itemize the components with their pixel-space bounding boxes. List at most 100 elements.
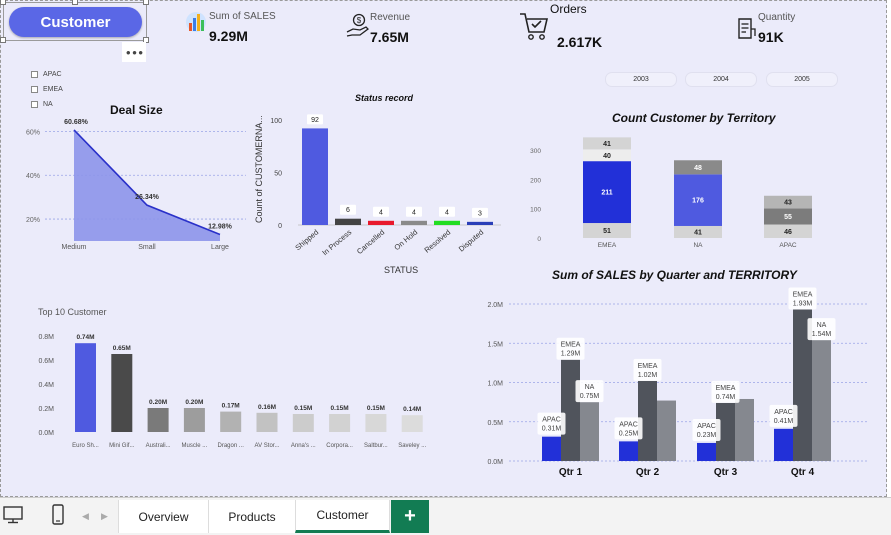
quarter-sales-series-label: APAC	[774, 409, 793, 416]
quarter-sales-series-label: APAC	[619, 421, 638, 428]
quarter-sales-bar	[619, 441, 638, 461]
deal-size-data-label: 60.68%	[64, 119, 89, 126]
deal-size-x-tick: Medium	[62, 244, 87, 251]
add-page-button[interactable]: +	[391, 500, 429, 533]
tab-products[interactable]: Products	[208, 500, 296, 533]
status-data-label: 6	[346, 207, 350, 214]
top-customer-x-tick: AV Stor...	[255, 443, 280, 449]
status-y-tick: 50	[274, 171, 282, 178]
status-bar	[467, 221, 493, 225]
territory-x-tick: APAC	[779, 242, 797, 249]
quarter-sales-series-label: EMEA	[716, 385, 736, 392]
status-data-label: 4	[379, 209, 383, 216]
status-y-tick: 0	[278, 223, 282, 230]
status-bar	[401, 220, 427, 225]
territory-data-label: 41	[694, 229, 702, 236]
quarter-sales-y-tick: 0.0M	[487, 459, 503, 466]
top-customer-y-tick: 0.6M	[38, 358, 54, 365]
quarter-sales-data-label: 1.93M	[793, 300, 813, 307]
top-customer-y-tick: 0.8M	[38, 334, 54, 341]
status-x-tick: Shipped	[293, 228, 320, 253]
territory-data-label: 46	[784, 229, 792, 236]
top-customer-bar	[183, 408, 205, 432]
quarter-sales-series-label: NA	[817, 322, 827, 329]
desktop-view-icon[interactable]	[3, 506, 23, 529]
top-customer-y-tick: 0.0M	[38, 430, 54, 437]
quarter-sales-bar	[735, 398, 754, 461]
top-customer-data-label: 0.17M	[222, 403, 240, 410]
top-customer-data-label: 0.65M	[113, 345, 131, 352]
top-customer-x-tick: Corpora...	[326, 443, 353, 449]
top-customer-bar	[292, 414, 314, 432]
top-customer-x-tick: Saveley ...	[398, 443, 426, 449]
top-customer-data-label: 0.20M	[149, 399, 167, 406]
territory-data-label: 55	[784, 214, 792, 221]
quarter-sales-y-tick: 2.0M	[487, 302, 503, 309]
territory-data-label: 41	[603, 141, 611, 148]
territory-y-tick: 200	[530, 177, 541, 184]
territory-y-tick: 0	[537, 236, 541, 243]
territory-data-label: 40	[603, 153, 611, 160]
territory-data-label: 176	[692, 198, 704, 205]
deal-size-data-label: 12.98%	[208, 223, 233, 230]
quarter-sales-x-tick: Qtr 4	[791, 467, 815, 478]
status-data-label: 3	[478, 210, 482, 217]
status-x-tick: Cancelled	[355, 228, 386, 256]
quarter-sales-data-label: 0.74M	[716, 394, 736, 401]
top-customer-data-label: 0.20M	[185, 399, 203, 406]
territory-x-tick: EMEA	[598, 242, 617, 249]
top-customer-x-tick: Saltbur...	[364, 443, 388, 449]
quarter-sales-x-tick: Qtr 3	[714, 467, 738, 478]
quarter-sales-y-tick: 1.0M	[487, 381, 503, 388]
top-customer-y-tick: 0.2M	[38, 406, 54, 413]
top-customer-x-tick: Australi...	[146, 443, 171, 449]
quarter-sales-data-label: 0.23M	[697, 432, 717, 439]
quarter-sales-series-label: EMEA	[638, 363, 658, 370]
top-customer-bar	[111, 354, 133, 432]
quarter-sales-bar	[657, 400, 676, 461]
deal-size-y-tick: 20%	[26, 217, 40, 224]
quarter-sales-data-label: 0.25M	[619, 430, 639, 437]
quarter-sales-bar	[697, 442, 716, 461]
status-data-label: 4	[445, 209, 449, 216]
territory-data-label: 43	[784, 200, 792, 207]
top-customer-x-tick: Mini Gif...	[109, 443, 135, 449]
tab-customer[interactable]: Customer	[295, 500, 390, 533]
quarter-sales-x-tick: Qtr 2	[636, 467, 660, 478]
deal-size-x-tick: Large	[211, 244, 229, 251]
top-customer-bar	[401, 415, 423, 432]
status-bar	[302, 128, 328, 225]
chevron-right-icon[interactable]: ▶	[101, 511, 108, 522]
territory-data-label: 211	[601, 190, 612, 197]
status-data-label: 4	[412, 209, 416, 216]
top-customer-data-label: 0.16M	[258, 404, 276, 411]
top-customer-bar	[256, 412, 278, 432]
page-tab-bar: ◀ ▶ Overview Products Customer +	[0, 497, 891, 535]
quarter-sales-data-label: 0.31M	[542, 426, 562, 433]
quarter-sales-bar	[542, 436, 561, 461]
status-bar	[434, 220, 460, 225]
quarter-sales-bar	[774, 428, 793, 461]
deal-size-area	[74, 129, 220, 241]
territory-y-tick: 100	[530, 207, 541, 214]
quarter-sales-bar	[580, 402, 599, 461]
deal-size-y-tick: 40%	[26, 173, 40, 180]
top-customer-bar	[220, 411, 242, 432]
top-customer-data-label: 0.15M	[367, 405, 385, 412]
quarter-sales-series-label: NA	[585, 384, 595, 391]
chevron-left-icon[interactable]: ◀	[82, 511, 89, 522]
top-customer-bar	[365, 414, 387, 432]
charts-layer: 60% 40% 20% 60.68% Medium 26.34% Small 12.98% La…	[26, 114, 867, 478]
tab-overview[interactable]: Overview	[118, 500, 209, 533]
top-customer-data-label: 0.15M	[331, 405, 349, 412]
mobile-view-icon[interactable]	[52, 504, 64, 530]
top-customer-y-tick: 0.4M	[38, 382, 54, 389]
quarter-sales-series-label: APAC	[542, 417, 561, 424]
report-canvas: Customer • • • Sum of SALES 9.29M $ Reve…	[0, 0, 887, 497]
status-bar	[335, 218, 361, 225]
territory-x-tick: NA	[693, 242, 703, 249]
status-bar	[368, 220, 394, 225]
top-customer-bar	[329, 414, 351, 432]
quarter-sales-series-label: EMEA	[793, 291, 813, 298]
top-customer-data-label: 0.14M	[403, 406, 421, 413]
